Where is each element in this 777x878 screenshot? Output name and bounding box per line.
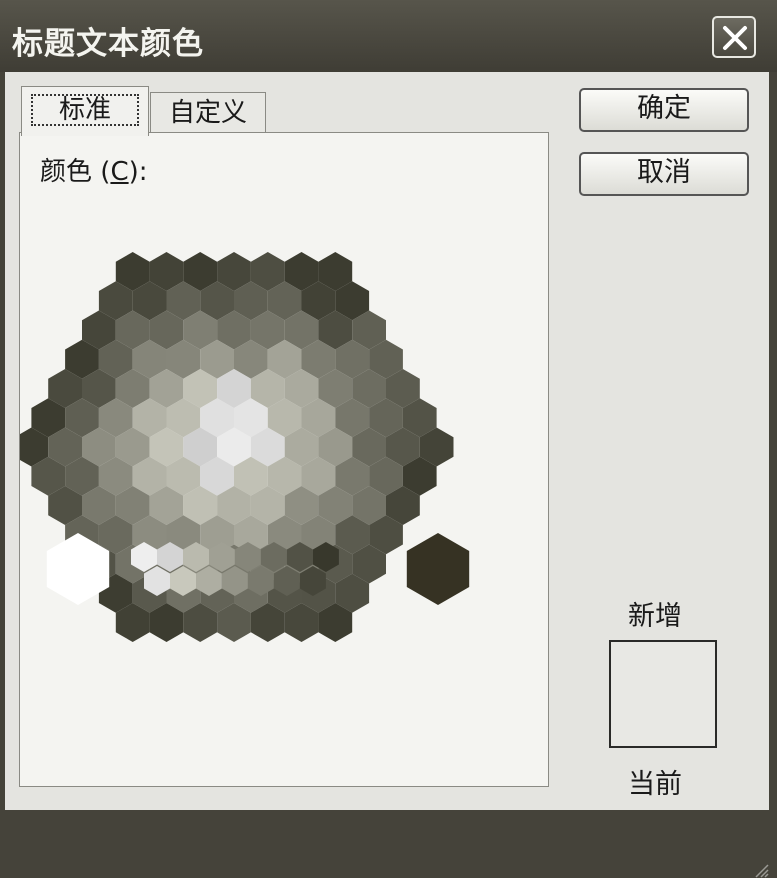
current-color-label: 当前 (628, 769, 682, 800)
tab-custom-label: 自定义 (168, 98, 247, 128)
dark-color-cell[interactable] (406, 533, 470, 605)
color-honeycomb[interactable] (20, 133, 548, 786)
title-bar[interactable]: 标题文本颜色 (0, 0, 777, 72)
standard-colors-panel: 颜色 (C): (19, 132, 549, 787)
close-button[interactable] (712, 16, 756, 58)
dialog-client-area: 自定义 颜色 (C): 标准 确定 取消 新增 当前 (5, 72, 769, 878)
resize-grip-icon[interactable] (753, 862, 769, 878)
window-title: 标题文本颜色 (12, 26, 204, 62)
color-preview-swatch (609, 640, 717, 748)
new-color-label: 新增 (628, 601, 682, 632)
cancel-button[interactable]: 取消 (579, 152, 749, 196)
tab-standard-label: 标准 (31, 94, 139, 126)
color-dialog: 标题文本颜色 自定义 颜色 (C): 标准 确定 取消 新增 当前 (0, 0, 777, 878)
ok-button[interactable]: 确定 (579, 88, 749, 132)
close-icon (723, 26, 747, 50)
tab-standard[interactable]: 标准 (21, 86, 149, 136)
tab-custom[interactable]: 自定义 (150, 92, 266, 134)
